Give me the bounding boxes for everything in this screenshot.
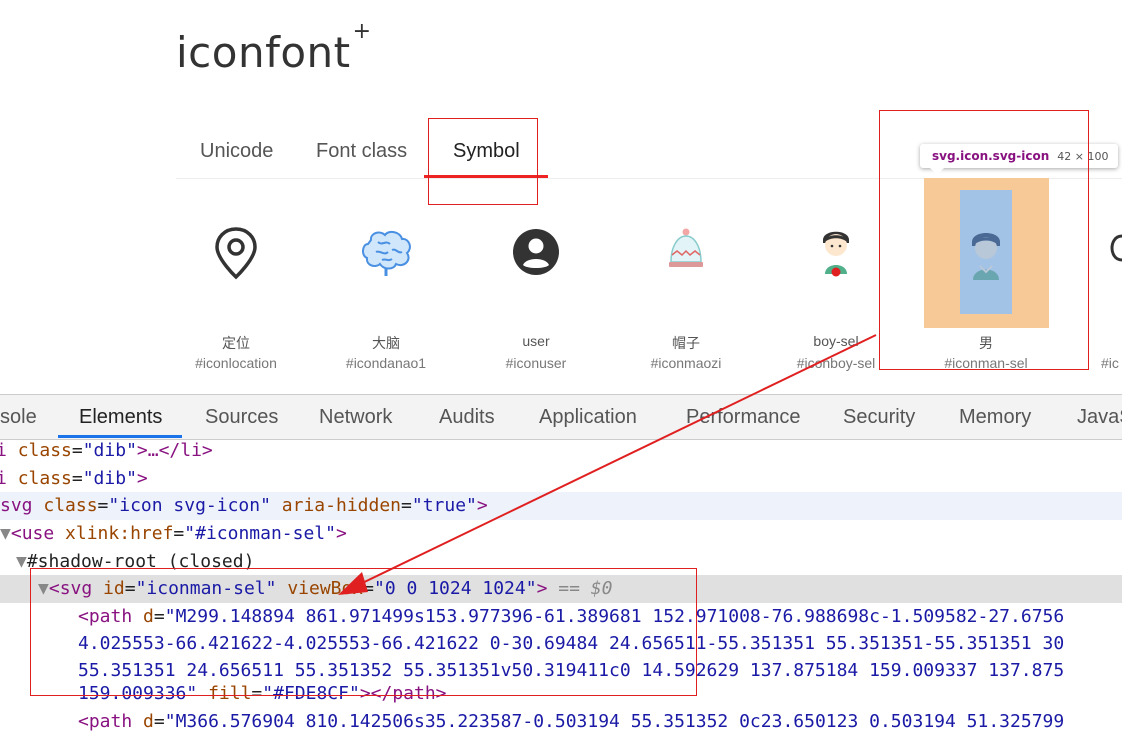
annotation-box-svg-code [30,568,697,696]
devtools-tab-memory[interactable]: Memory [959,406,1031,429]
dom-line-path-2[interactable]: <path d="M366.576904 810.142506s35.22358… [78,708,1122,736]
devtools-tabbar: sole Elements Sources Network Audits App… [0,394,1122,440]
devtools-tab-security[interactable]: Security [843,406,915,429]
logo-plus: + [352,19,372,44]
devtools-tab-audits[interactable]: Audits [439,406,495,429]
dom-line-li-2[interactable]: i class="dib"> [0,465,1118,493]
brain-icon [358,226,414,281]
icon-name-location: 定位 [222,335,250,351]
devtools-tab-performance[interactable]: Performance [686,406,801,429]
devtools-tab-network[interactable]: Network [319,406,392,429]
icon-name-brain: 大脑 [372,335,400,351]
icon-code-hat: #iconmaozi [650,355,722,371]
devtools-tab-console[interactable]: sole [0,406,37,429]
dom-line-svg[interactable]: svg class="icon svg-icon" aria-hidden="t… [0,492,1122,520]
devtools-tab-application[interactable]: Application [539,406,637,429]
tab-font-class[interactable]: Font class [316,140,407,163]
tab-unicode[interactable]: Unicode [200,140,273,163]
devtools-tab-javascript[interactable]: JavaS [1077,406,1122,429]
boy-sel-icon [818,224,854,283]
dom-line-use[interactable]: ▼<use xlink:href="#iconman-sel"> [0,520,1122,548]
location-icon [212,226,260,285]
icon-code-brain: #icondanao1 [345,355,427,371]
icon-name-hat: 帽子 [672,335,700,351]
annotation-box-man-icon [879,110,1089,370]
iconfont-logo[interactable]: iconfont+ [176,19,371,77]
icon-code-partial: #ic [1101,355,1119,371]
dom-line-li-1[interactable]: i class="dib">…</li> [0,437,1118,465]
partial-icon [1110,232,1122,273]
devtools-tab-elements[interactable]: Elements [79,406,162,429]
logo-text: iconfont [176,28,351,77]
user-icon [512,228,560,281]
icon-code-location: #iconlocation [195,355,277,371]
icon-name-user: user [522,333,550,349]
icon-code-user: #iconuser [505,355,567,371]
annotation-box-symbol-tab [428,118,538,205]
devtools-tab-sources[interactable]: Sources [205,406,278,429]
hat-icon [666,228,706,275]
